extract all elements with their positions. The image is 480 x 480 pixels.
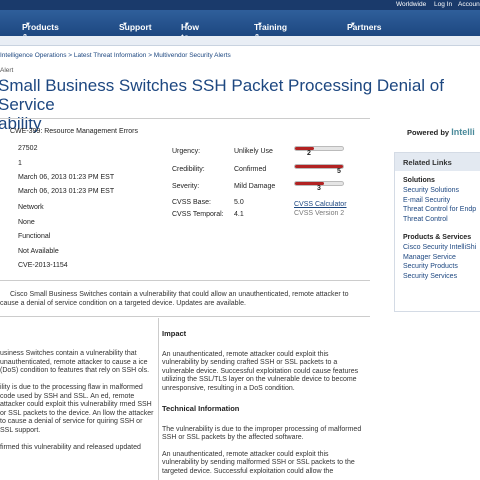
urgency-meter-fill — [295, 147, 315, 150]
intellishield-logo: Intelli — [451, 127, 475, 137]
chevron-down-icon: ▼ — [122, 22, 128, 28]
nav-underbar — [0, 36, 480, 46]
urgency-label: Urgency: — [172, 148, 201, 155]
chevron-down-icon: ▼ — [257, 22, 263, 28]
exploit-value: Functional — [18, 233, 51, 240]
impact-heading: Impact — [162, 329, 187, 338]
page-title: Small Business Switches SSH Packet Proce… — [0, 76, 444, 133]
alert-id-value: 27502 — [18, 145, 38, 152]
login-link[interactable]: Log In — [434, 1, 452, 8]
utility-bar: Worldwide Log In Accoun — [0, 0, 480, 10]
account-link[interactable]: Accoun — [458, 1, 480, 8]
technical-text-1: The vulnerability is due to the improper… — [162, 425, 362, 442]
divider — [0, 316, 370, 317]
summary-text: Cisco Small Business Switches contain a … — [0, 291, 349, 307]
alert-type-label: Alert — [0, 67, 14, 74]
credibility-value: Confirmed — [234, 166, 267, 173]
link-security-products[interactable]: Security Products — [403, 262, 480, 272]
chevron-down-icon: ▼ — [184, 22, 190, 28]
link-threat-control-endpoint[interactable]: Threat Control for Endp — [403, 205, 480, 215]
urgency-number: 2 — [307, 150, 311, 157]
description-body: usiness Switches contain a vulnerability… — [0, 350, 154, 451]
link-security-services[interactable]: Security Services — [403, 272, 480, 282]
related-links-panel: Related Links Solutions Security Solutio… — [394, 152, 480, 312]
cvss-base-value: 5.0 — [234, 199, 244, 206]
technical-heading: Technical Information — [162, 404, 240, 413]
cvss-temporal-value: 4.1 — [234, 211, 244, 218]
link-intellishield[interactable]: Cisco Security IntelliShi — [403, 243, 480, 253]
details-column: Impact An unauthenticated, remote attack… — [162, 329, 362, 476]
urgency-value: Unlikely Use — [234, 148, 273, 155]
solutions-heading: Solutions — [403, 177, 435, 184]
chevron-down-icon: ▼ — [25, 22, 31, 28]
main-nav: Products & Services▼ Support▼ How to Buy… — [0, 10, 480, 52]
worldwide-link[interactable]: Worldwide — [396, 1, 426, 8]
severity-label: Severity: — [172, 183, 200, 190]
version-value: 1 — [18, 160, 22, 167]
severity-number: 3 — [317, 185, 321, 192]
impact-text: An unauthenticated, remote attacker coul… — [162, 350, 359, 392]
cvss-version-label: CVSS Version 2 — [294, 210, 345, 217]
link-email-security[interactable]: E-mail Security — [403, 196, 480, 206]
authentication-value: None — [18, 219, 35, 226]
cwe-label: CWE-399: Resource Management Errors — [10, 128, 138, 135]
link-manager-service[interactable]: Manager Service — [403, 253, 480, 263]
column-divider — [158, 318, 159, 480]
related-links-heading: Related Links — [395, 153, 480, 171]
cve-value: CVE-2013-1154 — [18, 262, 68, 269]
divider — [0, 280, 370, 281]
products-heading: Products & Services — [403, 234, 472, 241]
breadcrumb[interactable]: Intelligence Operations > Latest Threat … — [0, 52, 231, 59]
severity-value: Mild Damage — [234, 183, 276, 190]
description-text: usiness Switches contain a vulnerability… — [0, 350, 156, 452]
cvss-base-label: CVSS Base: — [172, 199, 211, 206]
credibility-meter: 5 — [294, 164, 344, 175]
divider — [0, 118, 370, 119]
first-published-value: March 06, 2013 01:23 PM EST — [18, 174, 115, 181]
link-threat-control[interactable]: Threat Control — [403, 215, 480, 225]
chevron-down-icon: ▼ — [350, 22, 356, 28]
severity-meter: 3 — [294, 181, 344, 192]
last-updated-value: March 06, 2013 01:23 PM EST — [18, 188, 115, 195]
credibility-label: Credibility: — [172, 166, 205, 173]
credibility-meter-fill — [295, 165, 343, 168]
cvss-temporal-label: CVSS Temporal: — [172, 211, 224, 218]
link-security-solutions[interactable]: Security Solutions — [403, 186, 480, 196]
cvss-calculator-link[interactable]: CVSS Calculator — [294, 201, 347, 208]
port-value: Not Available — [18, 248, 59, 255]
powered-by-label: Powered by Intelli — [407, 127, 475, 137]
vector-value: Network — [18, 204, 44, 211]
urgency-meter: 2 — [294, 146, 344, 157]
credibility-number: 5 — [337, 168, 341, 175]
technical-text-2: An unauthenticated, remote attacker coul… — [162, 450, 355, 475]
